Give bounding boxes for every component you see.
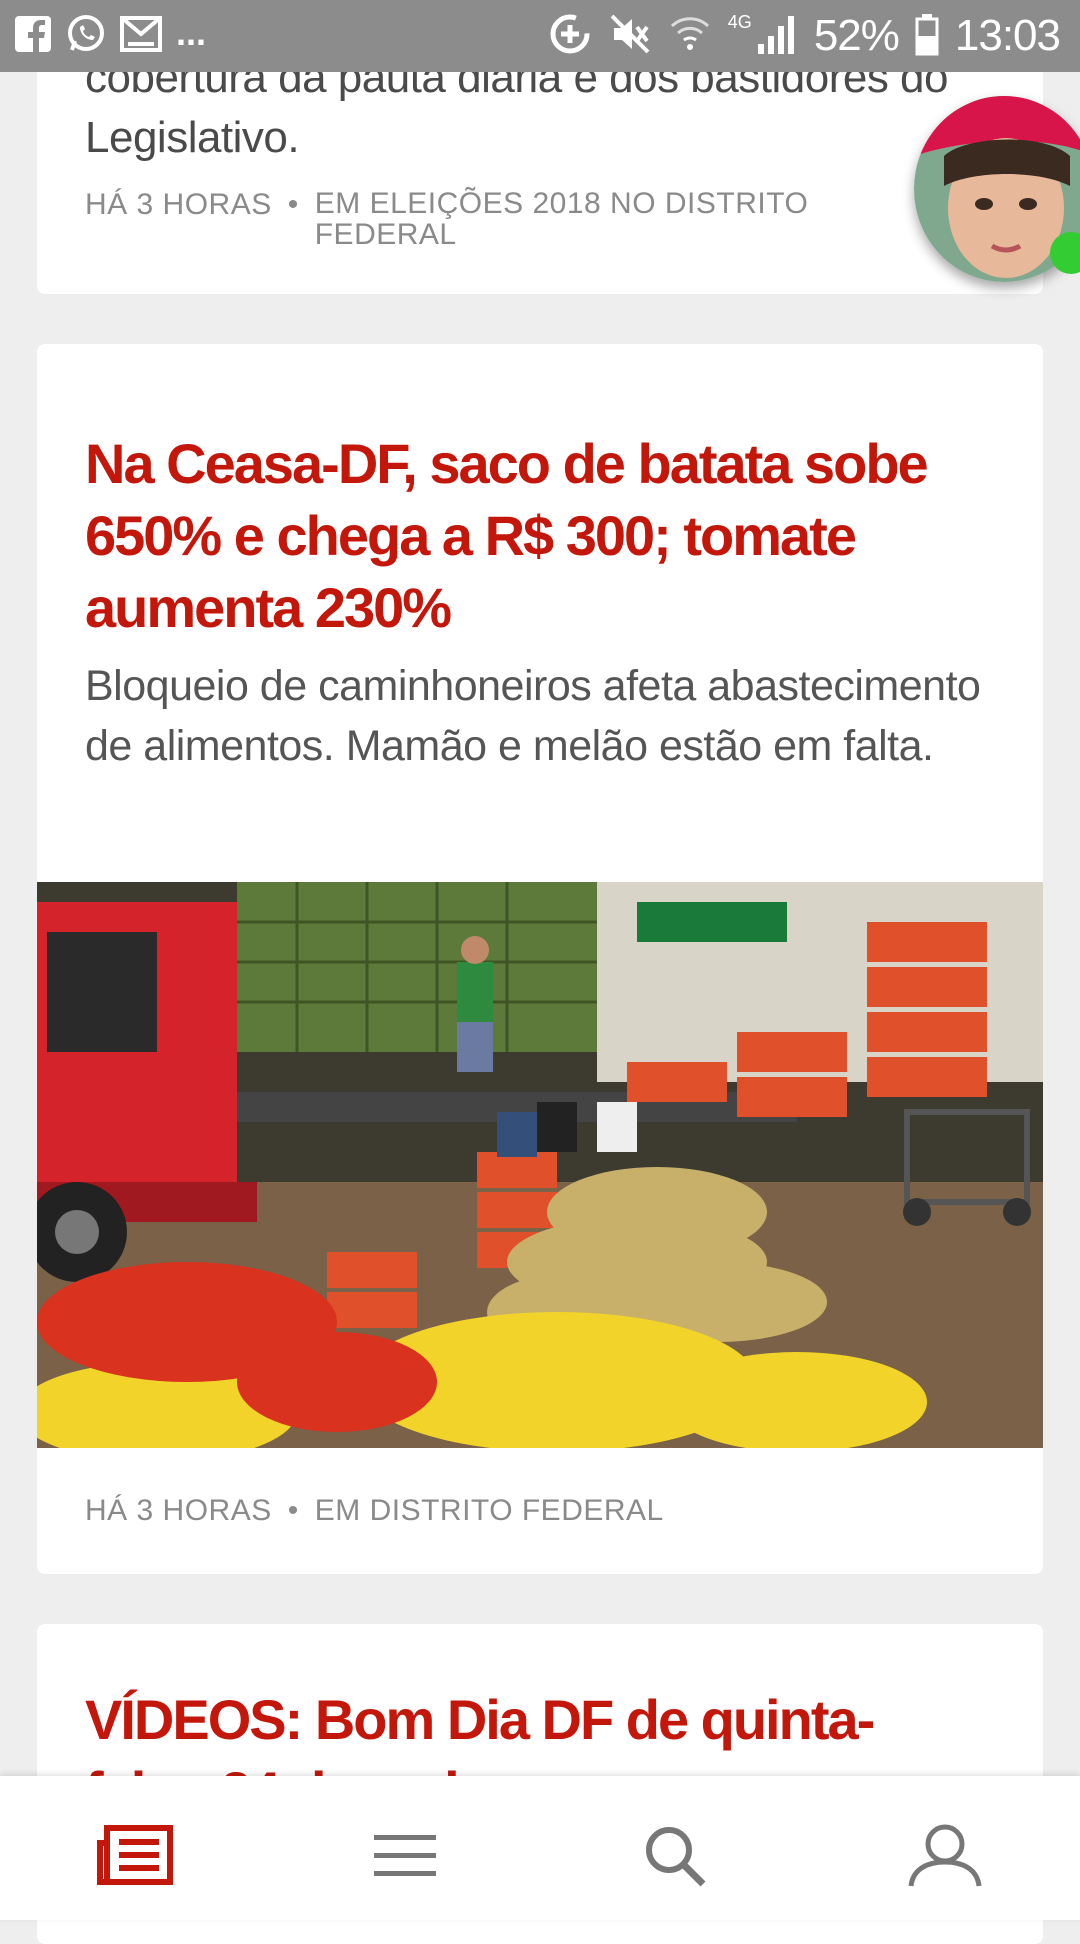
battery-icon bbox=[915, 12, 939, 61]
article-section[interactable]: EM ELEIÇÕES 2018 NO DISTRITO FEDERAL bbox=[315, 188, 855, 250]
article-headline[interactable]: Na Ceasa-DF, saco de batata sobe 650% e … bbox=[85, 428, 995, 644]
mute-icon bbox=[608, 12, 652, 61]
data-saver-icon bbox=[548, 12, 592, 61]
status-bar: ... 4G 52% 13:03 bbox=[0, 0, 1080, 72]
meta-separator: • bbox=[287, 188, 299, 221]
article-photo[interactable] bbox=[37, 882, 1043, 1448]
article-time: HÁ 3 HORAS bbox=[85, 1494, 272, 1527]
clock: 13:03 bbox=[954, 11, 1061, 60]
search-icon[interactable] bbox=[635, 1816, 715, 1896]
article-section[interactable]: EM DISTRITO FEDERAL bbox=[315, 1494, 664, 1528]
battery-percentage: 52% bbox=[813, 11, 900, 60]
news-feed-icon[interactable] bbox=[95, 1816, 175, 1896]
bottom-navigation bbox=[0, 1776, 1080, 1920]
online-status-badge bbox=[1050, 232, 1080, 274]
article-summary: Bloqueio de caminhoneiros afeta abasteci… bbox=[85, 662, 981, 770]
wifi-icon bbox=[668, 12, 712, 61]
signal-icon bbox=[756, 12, 798, 61]
meta-separator: • bbox=[287, 1494, 299, 1527]
news-card[interactable]: Na Ceasa-DF, saco de batata sobe 650% e … bbox=[37, 344, 1043, 1574]
article-time: HÁ 3 HORAS bbox=[85, 188, 272, 221]
gmail-icon bbox=[120, 15, 162, 57]
network-type: 4G bbox=[727, 11, 752, 32]
facebook-icon bbox=[14, 15, 52, 58]
profile-icon[interactable] bbox=[905, 1816, 985, 1896]
menu-icon[interactable] bbox=[365, 1816, 445, 1896]
article-meta: HÁ 3 HORAS • EM DISTRITO FEDERAL bbox=[85, 1494, 664, 1528]
whatsapp-icon bbox=[66, 14, 106, 59]
article-meta: HÁ 3 HORAS • EM ELEIÇÕES 2018 NO DISTRIT… bbox=[85, 188, 855, 250]
notification-overflow: ... bbox=[176, 12, 207, 53]
